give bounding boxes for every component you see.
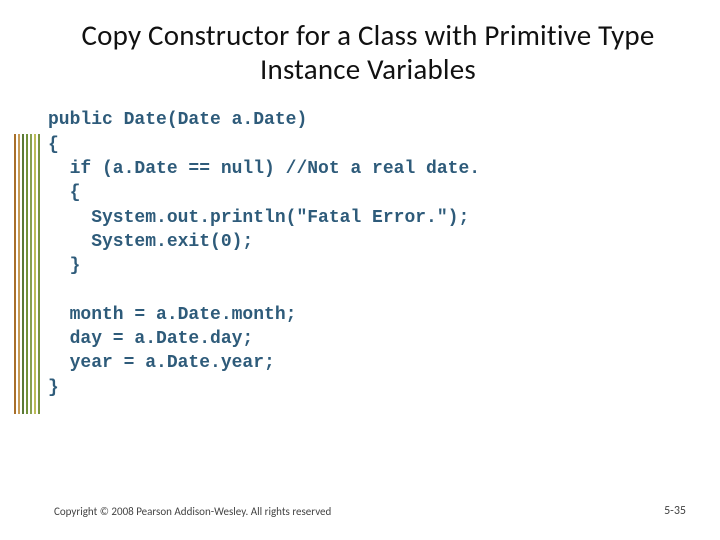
page-number: 5-35 <box>664 504 686 518</box>
slide-title: Copy Constructor for a Class with Primit… <box>54 18 682 86</box>
copyright-footer: Copyright © 2008 Pearson Addison-Wesley.… <box>54 505 331 518</box>
code-block: public Date(Date a.Date) { if (a.Date ==… <box>48 108 682 400</box>
accent-bars <box>14 134 40 414</box>
slide: Copy Constructor for a Class with Primit… <box>0 0 720 540</box>
